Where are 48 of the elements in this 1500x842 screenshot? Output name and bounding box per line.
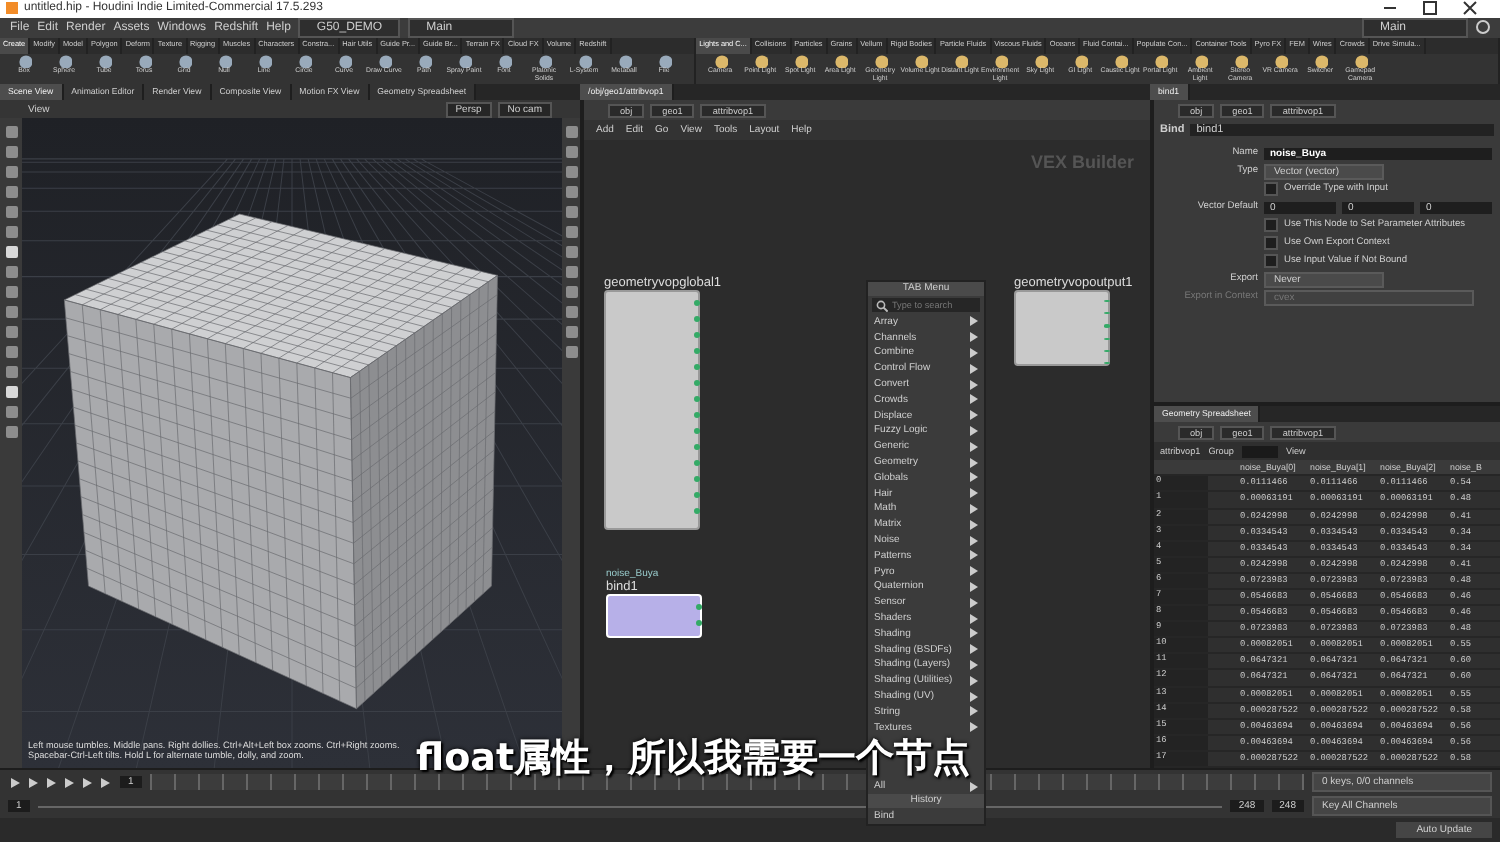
shape-icon: [137, 54, 151, 69]
shape-icon: [17, 54, 31, 69]
light-icon: [1193, 54, 1208, 69]
checkbox[interactable]: [1264, 254, 1278, 268]
light-icon: [993, 54, 1008, 69]
shape-icon: [457, 54, 471, 69]
checkbox[interactable]: [1264, 218, 1278, 232]
close-icon[interactable]: [1462, 0, 1478, 17]
search-icon: [876, 299, 888, 311]
checkbox[interactable]: [1264, 182, 1278, 196]
light-icon: [1033, 54, 1048, 69]
light-icon: [833, 54, 848, 69]
group-field[interactable]: [1241, 445, 1278, 458]
shape-icon: [537, 54, 551, 69]
light-icon: [1313, 54, 1328, 69]
shape-icon: [97, 54, 111, 69]
subtitle-caption: float属性，所以我需要一个节点: [416, 734, 971, 781]
light-icon: [1233, 54, 1248, 69]
maximize-icon[interactable]: [1422, 0, 1438, 17]
shape-icon: [577, 54, 591, 69]
shape-icon: [377, 54, 391, 69]
help-icon[interactable]: [1476, 20, 1490, 35]
shape-icon: [497, 54, 511, 69]
light-icon: [913, 54, 928, 69]
shape-icon: [297, 54, 311, 69]
light-icon: [793, 54, 808, 69]
light-icon: [873, 54, 888, 69]
checkbox[interactable]: [1264, 236, 1278, 250]
shape-icon: [177, 54, 191, 69]
shape-icon: [57, 54, 71, 69]
shape-icon: [337, 54, 351, 69]
shape-icon: [617, 54, 631, 69]
light-icon: [1073, 54, 1088, 69]
network-node[interactable]: [1014, 290, 1110, 366]
shape-icon: [217, 54, 231, 69]
submenu-arrow-icon: [970, 781, 978, 792]
light-icon: [1353, 54, 1368, 69]
light-icon: [1153, 54, 1168, 69]
shape-icon: [417, 54, 431, 69]
light-icon: [753, 54, 768, 69]
app-logo-icon: [6, 2, 18, 15]
light-icon: [953, 54, 968, 69]
light-icon: [713, 54, 728, 69]
light-icon: [1273, 54, 1288, 69]
shape-icon: [257, 54, 271, 69]
shape-icon: [657, 54, 671, 69]
light-icon: [1113, 54, 1128, 69]
network-node[interactable]: [604, 290, 700, 530]
